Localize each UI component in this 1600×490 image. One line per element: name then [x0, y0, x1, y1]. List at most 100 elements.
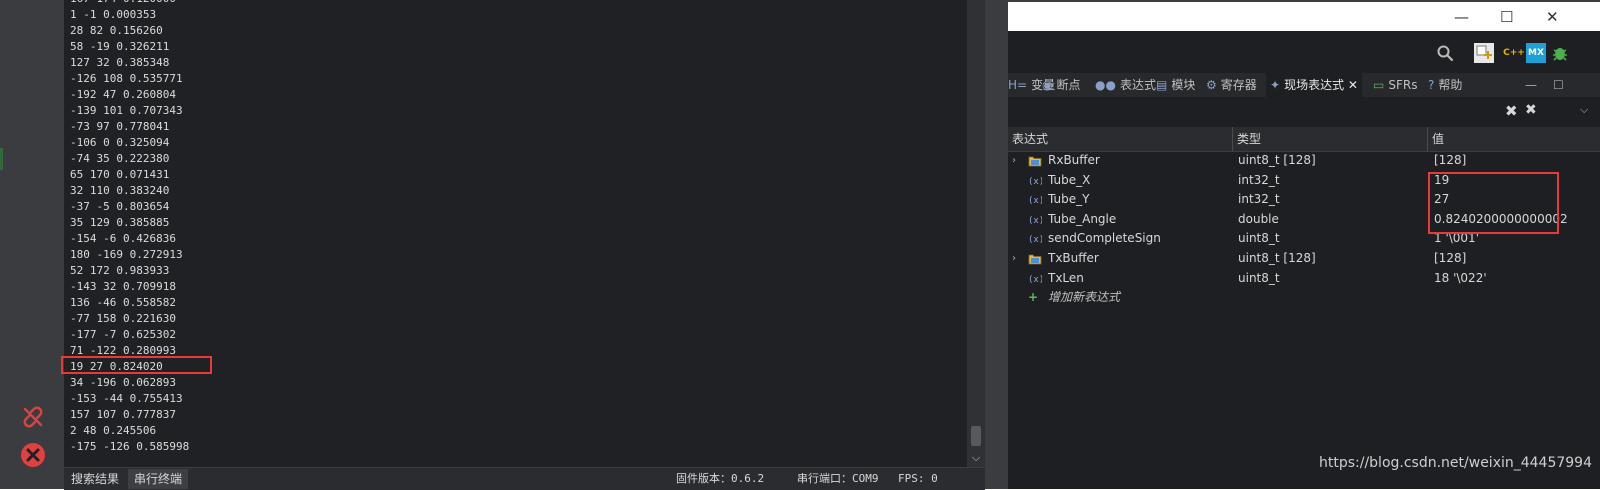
expressions-icon: ●●	[1095, 78, 1116, 92]
remove-expression-icon[interactable]: ✖	[1505, 102, 1518, 120]
terminal-line: 65 170 0.071431	[70, 168, 170, 181]
terminal-line: -77 158 0.221630	[70, 312, 176, 325]
modules-icon: ▤	[1156, 78, 1168, 92]
expression-type: uint8_t [128]	[1238, 153, 1316, 167]
terminal-output[interactable]: 167 174 0.1200001 -1 0.000353 28 82 0.156…	[64, 0, 967, 467]
expression-type: int32_t	[1238, 192, 1280, 207]
terminal-line: 71 -122 0.280993	[70, 344, 176, 357]
debug-bug-icon[interactable]	[1550, 43, 1570, 63]
terminal-line: 35 129 0.385885	[70, 216, 170, 229]
tab-modules[interactable]: ▤ 模块	[1156, 73, 1195, 97]
svg-text:(x): (x)	[1028, 177, 1042, 187]
tab-live-expressions[interactable]: ✦ 现场表达式 ✕	[1266, 73, 1362, 97]
window-edge	[985, 0, 1008, 489]
minimize-view-icon[interactable]: —	[1525, 73, 1537, 97]
mx-perspective-icon[interactable]: MX	[1526, 43, 1546, 63]
expression-type: uint8_t	[1238, 231, 1280, 246]
terminal-line: 136 -46 0.558582	[70, 296, 176, 309]
expression-name: Tube_Angle	[1048, 211, 1117, 226]
table-row[interactable]: (x) sendCompleteSign uint8_t 1 '\001'	[1008, 229, 1600, 249]
tab-breakpoints[interactable]: ◉ 断点	[1042, 73, 1081, 97]
rail-accent	[0, 148, 3, 170]
status-bar: 搜索结果 串行终端 固件版本：0.6.2 串行端口：COM9 FPS: 0	[64, 467, 985, 490]
table-row[interactable]: (x) TxLen uint8_t 18 '\022'	[1008, 269, 1600, 289]
terminal-line-highlighted: 19 27 0.824020	[70, 360, 163, 373]
firmware-version: 固件版本：0.6.2	[676, 472, 765, 485]
expression-value: 1 '\001'	[1434, 231, 1479, 246]
terminal-line: 157 107 0.777837	[70, 408, 176, 421]
expand-chevron-icon[interactable]: ›	[1012, 249, 1016, 269]
column-type[interactable]: 类型	[1233, 127, 1428, 151]
main-toolbar: C++ MX	[1008, 31, 1600, 73]
terminal-line: 167 174 0.120000	[70, 0, 189, 7]
add-expression-label: 增加新表达式	[1048, 290, 1121, 305]
expression-name: RxBuffer	[1048, 153, 1100, 167]
expression-name: sendCompleteSign	[1048, 231, 1161, 246]
ide-window: — ☐ ✕ C++ MX H= 变量 ◉ 断点 ●● 表达式 ▤ 模块 ⚙ 寄存器 ✦ 现场…	[1008, 0, 1600, 489]
view-toolbar: ✖ ✖ ⌵	[1008, 97, 1600, 127]
live-expressions-icon: ✦	[1270, 78, 1281, 92]
table-row[interactable]: › TxBuffer uint8_t [128] [128]	[1008, 249, 1600, 269]
expand-chevron-icon[interactable]: ›	[1012, 151, 1016, 171]
expressions-table-body: › RxBuffer uint8_t [128] [128] (x) Tube_X int3…	[1008, 151, 1600, 308]
variable-icon: (x)	[1028, 232, 1044, 245]
terminal-line: -37 -5 0.803654	[70, 200, 170, 213]
column-value[interactable]: 值	[1428, 127, 1600, 151]
maximize-button[interactable]: ☐	[1500, 8, 1513, 26]
disconnect-button[interactable]	[18, 402, 48, 432]
cpp-perspective-icon[interactable]: C++	[1503, 43, 1525, 63]
expression-value: 19	[1434, 172, 1450, 187]
sfrs-icon: ▭	[1373, 78, 1385, 92]
expression-value: 18 '\022'	[1434, 270, 1487, 285]
tab-sfrs[interactable]: ▭ SFRs	[1373, 73, 1417, 97]
scrollbar-thumb[interactable]	[971, 426, 981, 446]
expression-value: [128]	[1434, 250, 1467, 265]
add-expression-row[interactable]: + 增加新表达式	[1008, 288, 1600, 308]
expression-type: uint8_t	[1238, 270, 1280, 285]
expression-name: TxBuffer	[1048, 250, 1099, 265]
serial-port: 串行端口：COM9	[797, 472, 879, 485]
svg-text:(x): (x)	[1028, 235, 1042, 245]
tab-registers[interactable]: ⚙ 寄存器	[1206, 73, 1257, 97]
variable-icon: (x)	[1028, 174, 1044, 187]
ide-panel: C++ MX H= 变量 ◉ 断点 ●● 表达式 ▤ 模块 ⚙ 寄存器 ✦ 现场表达式 ✕ …	[1008, 31, 1600, 489]
expression-type: int32_t	[1238, 172, 1280, 187]
close-button[interactable]: ✕	[1546, 8, 1559, 26]
expression-value: 27	[1434, 192, 1450, 207]
terminal-line: -73 97 0.778041	[70, 120, 170, 133]
variable-icon: (x)	[1028, 213, 1044, 226]
table-row[interactable]: (x) Tube_Angle double 0.8240200000000002	[1008, 210, 1600, 230]
terminal-lines: 167 174 0.1200001 -1 0.000353 28 82 0.156…	[70, 0, 189, 455]
perspective-add-icon[interactable]	[1474, 43, 1494, 63]
terminal-scrollbar[interactable]: ⌵	[967, 0, 985, 467]
tab-help[interactable]: ? 帮助	[1428, 73, 1462, 97]
title-bar: — ☐ ✕	[1008, 0, 1600, 31]
terminal-line: -175 -126 0.585998	[70, 440, 190, 453]
variable-icon: (x)	[1028, 193, 1044, 206]
add-icon: +	[1028, 290, 1039, 305]
terminal-line: 58 -19 0.326211	[70, 40, 170, 53]
column-expression[interactable]: 表达式	[1008, 127, 1233, 151]
terminal-line: -192 47 0.260804	[70, 88, 176, 101]
variable-icon: (x)	[1028, 272, 1044, 285]
scroll-down-icon[interactable]: ⌵	[967, 449, 985, 467]
tab-search-results[interactable]: 搜索结果	[65, 469, 125, 489]
broken-link-icon	[23, 406, 43, 428]
table-row[interactable]: (x) Tube_Y int32_t 27	[1008, 190, 1600, 210]
tab-expressions[interactable]: ●● 表达式	[1095, 73, 1156, 97]
table-row[interactable]: › RxBuffer uint8_t [128] [128]	[1008, 151, 1600, 171]
tab-serial-terminal[interactable]: 串行终端	[128, 469, 189, 489]
remove-all-expressions-icon[interactable]: ✖	[1525, 102, 1537, 118]
table-row[interactable]: (x) Tube_X int32_t 19	[1008, 171, 1600, 191]
serial-terminal-app: 167 174 0.1200001 -1 0.000353 28 82 0.156…	[0, 0, 1008, 490]
struct-icon	[1028, 154, 1042, 167]
terminal-line: -126 108 0.535771	[70, 72, 183, 85]
maximize-view-icon[interactable]: ☐	[1553, 73, 1564, 97]
stop-button[interactable]	[18, 440, 48, 470]
minimize-button[interactable]: —	[1454, 8, 1469, 26]
terminal-line: -154 -6 0.426836	[70, 232, 176, 245]
view-menu-icon[interactable]: ⌵	[1580, 103, 1588, 117]
svg-text:(x): (x)	[1028, 216, 1042, 226]
svg-text:(x): (x)	[1028, 275, 1042, 285]
search-icon[interactable]	[1435, 43, 1455, 63]
